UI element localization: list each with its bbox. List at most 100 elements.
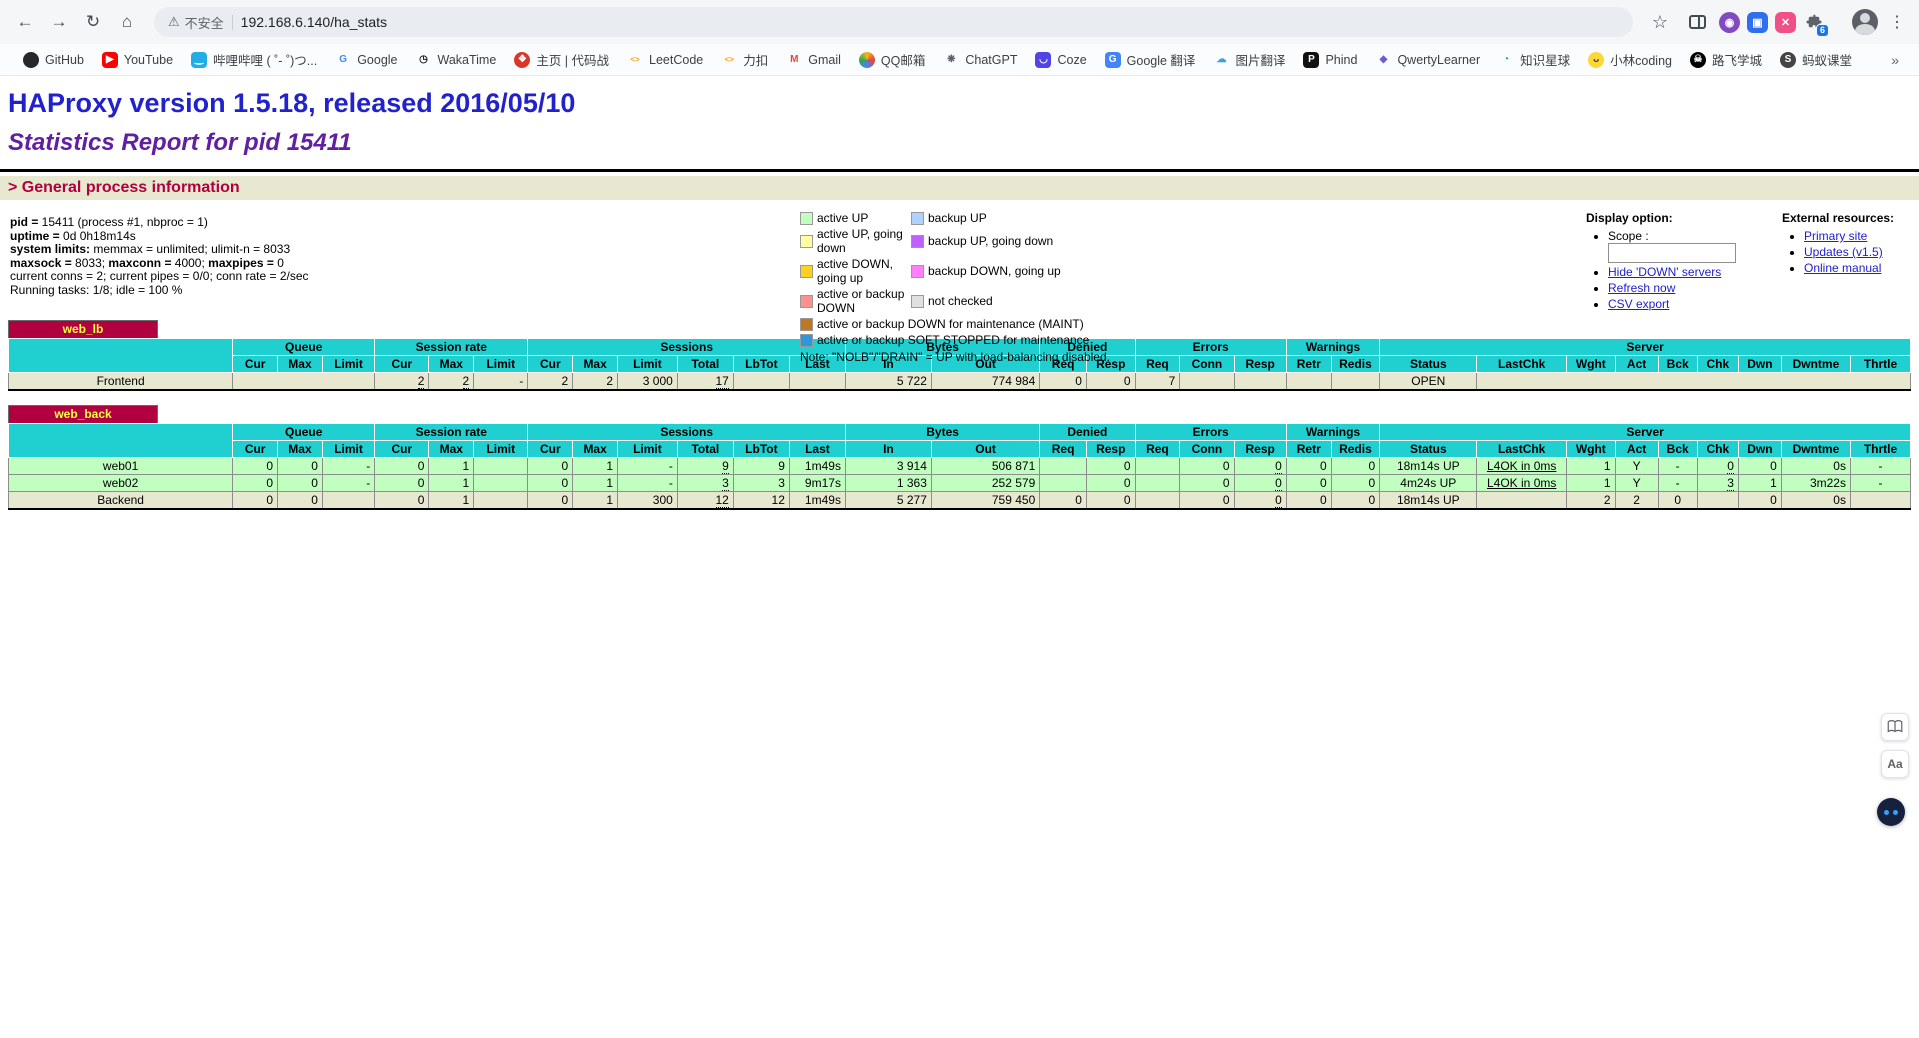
- extension-icon-purple[interactable]: ◉: [1719, 12, 1740, 33]
- bookmark-item[interactable]: GGoogle 翻译: [1096, 44, 1205, 75]
- address-bar[interactable]: ⚠ 不安全 192.168.6.140/ha_stats: [154, 7, 1633, 37]
- menu-kebab-icon[interactable]: ⋮: [1885, 12, 1909, 32]
- table-cell: 3m22s: [1781, 475, 1850, 492]
- home-button[interactable]: ⌂: [112, 7, 142, 37]
- bookmark-item[interactable]: MGmail: [777, 44, 850, 75]
- table-cell: 0: [1180, 458, 1234, 475]
- legend-swatch: [911, 295, 924, 308]
- row-name-cell[interactable]: Backend: [9, 492, 233, 510]
- proxy-name-tab[interactable]: web_lb: [8, 320, 158, 338]
- chatgpt-favicon: ❋: [943, 52, 959, 68]
- column-header: Act: [1615, 356, 1658, 373]
- bookmark-label: 蚂蚁课堂: [1802, 50, 1852, 69]
- profile-avatar[interactable]: [1852, 9, 1878, 35]
- table-cell: 0: [233, 475, 278, 492]
- external-resource-link[interactable]: Primary site: [1804, 229, 1867, 243]
- table-cell: 0: [1040, 373, 1087, 391]
- zsxq-favicon: ◔: [1498, 52, 1514, 68]
- table-cell: 18m14s UP: [1380, 492, 1477, 510]
- section-header: > General process information: [0, 176, 1919, 200]
- legend-note: Note: "NOLB"/"DRAIN" = UP with load-bala…: [800, 350, 1110, 364]
- xiaolin-coding-favicon: ᴗ: [1588, 52, 1604, 68]
- group-header: Server: [1380, 424, 1911, 441]
- back-button[interactable]: ←: [10, 7, 40, 37]
- group-header: Queue: [233, 339, 375, 356]
- column-header: Limit: [474, 356, 528, 373]
- table-row: web0100-01 01-991m49s3 914506 871 0 0000…: [9, 458, 1911, 475]
- bookmark-star-icon[interactable]: ☆: [1645, 7, 1675, 37]
- bookmark-item[interactable]: ᴗ 小林coding: [1579, 44, 1681, 75]
- bookmark-item[interactable]: PPhind: [1294, 44, 1366, 75]
- likou-favicon: <>: [721, 52, 737, 68]
- external-resource-item: Primary site: [1804, 229, 1919, 243]
- table-cell: -: [322, 475, 374, 492]
- bookmark-label: QQ邮箱: [881, 50, 925, 69]
- column-header: Conn: [1180, 356, 1234, 373]
- table-cell: [1477, 492, 1567, 510]
- scope-item: Scope :: [1608, 229, 1776, 263]
- bookmark-item[interactable]: ❋ChatGPT: [934, 44, 1026, 75]
- bookmark-label: 小林coding: [1610, 50, 1672, 69]
- side-panel-icon[interactable]: [1682, 7, 1712, 37]
- security-chip[interactable]: ⚠ 不安全: [168, 13, 224, 32]
- row-name-cell[interactable]: web01: [9, 458, 233, 475]
- table-cell: 0: [375, 492, 429, 510]
- bookmark-item[interactable]: ☠路飞学城: [1681, 44, 1771, 75]
- table-cell: 1: [573, 458, 618, 475]
- display-option-link[interactable]: CSV export: [1608, 297, 1669, 311]
- display-option-link[interactable]: Hide 'DOWN' servers: [1608, 265, 1721, 279]
- column-header: Chk: [1697, 441, 1738, 458]
- haproxy-version-link[interactable]: HAProxy version 1.5.18, released 2016/05…: [8, 88, 575, 118]
- bookmark-item[interactable]: <>力扣: [712, 44, 777, 75]
- bookmark-item[interactable]: GGoogle: [326, 44, 406, 75]
- extension-icon-pink[interactable]: ✕: [1775, 12, 1796, 33]
- bookmark-item[interactable]: ▶YouTube: [93, 44, 182, 75]
- external-resource-link[interactable]: Online manual: [1804, 261, 1881, 275]
- value-with-tooltip: 9: [722, 459, 729, 474]
- bookmark-item[interactable]: <>LeetCode: [618, 44, 712, 75]
- bookmark-item[interactable]: ❖主页 | 代码战: [505, 44, 618, 75]
- bookmark-item[interactable]: ◷WakaTime: [407, 44, 506, 75]
- legend-label: active or backup DOWN for maintenance (M…: [817, 317, 1110, 331]
- extension-icon-blue[interactable]: ▣: [1747, 12, 1768, 33]
- bookmark-item[interactable]: ‿哔哩哔哩 ( ˚- ˚)つ...: [182, 44, 326, 75]
- table-cell: 0: [1040, 492, 1087, 510]
- proxy-name-tab[interactable]: web_back: [8, 405, 158, 423]
- group-header: Warnings: [1286, 424, 1379, 441]
- legend-swatch: [911, 212, 924, 225]
- extensions-puzzle-icon[interactable]: 6: [1803, 12, 1824, 33]
- bookmark-item[interactable]: ☁图片翻译: [1204, 44, 1294, 75]
- bookmarks-overflow-chevron[interactable]: »: [1885, 52, 1905, 68]
- scope-input[interactable]: [1608, 243, 1736, 263]
- bookmark-item[interactable]: GitHub: [14, 44, 93, 75]
- group-header: Denied: [1040, 424, 1135, 441]
- display-option-link[interactable]: Refresh now: [1608, 281, 1675, 295]
- translate-widget[interactable]: Aa: [1881, 750, 1909, 778]
- display-option-item: Hide 'DOWN' servers: [1608, 265, 1776, 279]
- qwerty-learner-favicon: ◆: [1375, 52, 1391, 68]
- table-cell: 759 450: [931, 492, 1039, 510]
- row-name-cell[interactable]: web02: [9, 475, 233, 492]
- legend-label: active UP, going down: [817, 227, 907, 255]
- table-cell: -: [618, 475, 678, 492]
- bookmark-item[interactable]: ◡Coze: [1026, 44, 1095, 75]
- table-cell: 2: [528, 373, 573, 391]
- assistant-widget[interactable]: [1877, 798, 1905, 826]
- legend-label: active or backup SOFT STOPPED for mainte…: [817, 333, 1110, 347]
- display-option-item: Refresh now: [1608, 281, 1776, 295]
- bookmark-item[interactable]: ◔知识星球: [1489, 44, 1579, 75]
- table-cell: Y: [1615, 458, 1658, 475]
- table-cell: [1135, 458, 1180, 475]
- bookmark-item[interactable]: ◆QwertyLearner: [1366, 44, 1489, 75]
- external-resource-link[interactable]: Updates (v1.5): [1804, 245, 1883, 259]
- report-subtitle: Statistics Report for pid 15411: [8, 129, 1911, 157]
- table-cell: 5 722: [845, 373, 931, 391]
- table-cell: 0: [233, 458, 278, 475]
- row-name-cell[interactable]: Frontend: [9, 373, 233, 391]
- forward-button[interactable]: →: [44, 7, 74, 37]
- column-header: Bck: [1658, 441, 1697, 458]
- bookmark-item[interactable]: QQ邮箱: [850, 44, 934, 75]
- reload-button[interactable]: ↻: [78, 7, 108, 37]
- bookmark-item[interactable]: S蚂蚁课堂: [1771, 44, 1861, 75]
- reader-widget[interactable]: [1881, 713, 1909, 741]
